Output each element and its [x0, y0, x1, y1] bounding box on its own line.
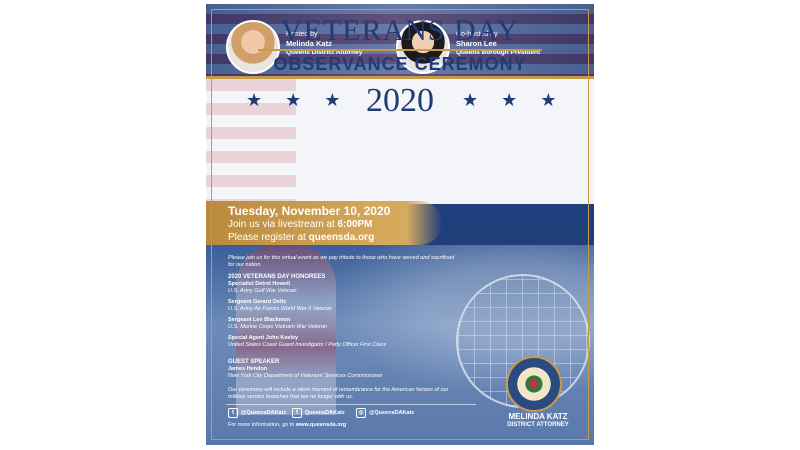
event-register: Please register at queensda.org [228, 232, 374, 243]
honoree-name: Specialist Detrel Howell [228, 281, 291, 287]
more-info: For more information, go to www.queensda… [228, 422, 346, 428]
social-facebook[interactable]: f QueensDAKatz [292, 408, 345, 418]
more-info-label: For more information, go to [228, 422, 296, 428]
event-livestream: Join us via livestream at 6:00PM [228, 219, 373, 230]
title-veterans-day: VETERANS DAY [280, 14, 520, 47]
district-attorney-seal-icon [506, 356, 562, 412]
honoree-item: Sergeant Gerard Oeltz U.S. Army Air Forc… [228, 299, 458, 313]
honoree-name: Sergeant Gerard Oeltz [228, 299, 287, 305]
honoree-detail: U.S. Marine Corps Vietnam War Veteran [228, 324, 327, 330]
instagram-icon: ◎ [356, 408, 366, 418]
facebook-icon: f [292, 408, 302, 418]
honoree-detail: United States Coast Guard Investigator /… [228, 342, 387, 348]
more-info-link[interactable]: www.queensda.org [296, 422, 346, 428]
honoree-item: Sergeant Lee Blackmon U.S. Marine Corps … [228, 317, 458, 331]
twitter-handle: @QueensDAKatz [241, 410, 287, 416]
seal-emblem [522, 372, 546, 396]
honorees-section: 2020 VETERANS DAY HONOREES Specialist De… [228, 274, 458, 353]
livestream-label: Join us via livestream at [228, 219, 338, 230]
livestream-time: 6:00PM [337, 219, 373, 230]
title-observance-ceremony: OBSERVANCE CEREMONY [273, 54, 527, 74]
guest-speaker-section: GUEST SPEAKER James Hendon New York City… [228, 359, 458, 380]
honoree-detail: U.S. Army Air Forces World War II Vetera… [228, 306, 332, 312]
intro-text: Please join us for this virtual event as… [228, 255, 455, 268]
event-date: Tuesday, November 10, 2020 [228, 204, 391, 218]
speaker-detail: New York City Department of Veterans' Se… [228, 373, 383, 379]
instagram-handle: @QueensDAKatz [369, 410, 415, 416]
stars-right-icon: ★ ★ ★ [462, 90, 566, 110]
register-label: Please register at [228, 232, 309, 243]
speaker-heading: GUEST SPEAKER [228, 359, 280, 365]
honoree-item: Special Agent John Keeley United States … [228, 335, 458, 349]
register-link[interactable]: queensda.org [309, 232, 375, 243]
social-twitter[interactable]: t @QueensDAKatz [228, 408, 286, 418]
honoree-item: Specialist Detrel Howell U.S. Army Gulf … [228, 281, 458, 295]
honoree-detail: U.S. Army Gulf War Veteran [228, 288, 297, 294]
honoree-name: Special Agent John Keeley [228, 335, 299, 341]
honorees-heading: 2020 VETERANS DAY HONOREES [228, 274, 326, 280]
closing-text: Our ceremony will include a silent momen… [228, 387, 449, 400]
social-instagram[interactable]: ◎ @QueensDAKatz [356, 408, 414, 418]
veterans-day-poster: Hosted by Melinda Katz Queens District A… [206, 4, 594, 445]
title-divider [258, 49, 542, 51]
footer-divider [226, 404, 476, 405]
speaker-name: James Hendon [228, 366, 268, 372]
seal-title: DISTRICT ATTORNEY [507, 422, 569, 428]
twitter-icon: t [228, 408, 238, 418]
honoree-name: Sergeant Lee Blackmon [228, 317, 291, 323]
facebook-handle: QueensDAKatz [305, 410, 345, 416]
seal-name: MELINDA KATZ [508, 412, 568, 421]
